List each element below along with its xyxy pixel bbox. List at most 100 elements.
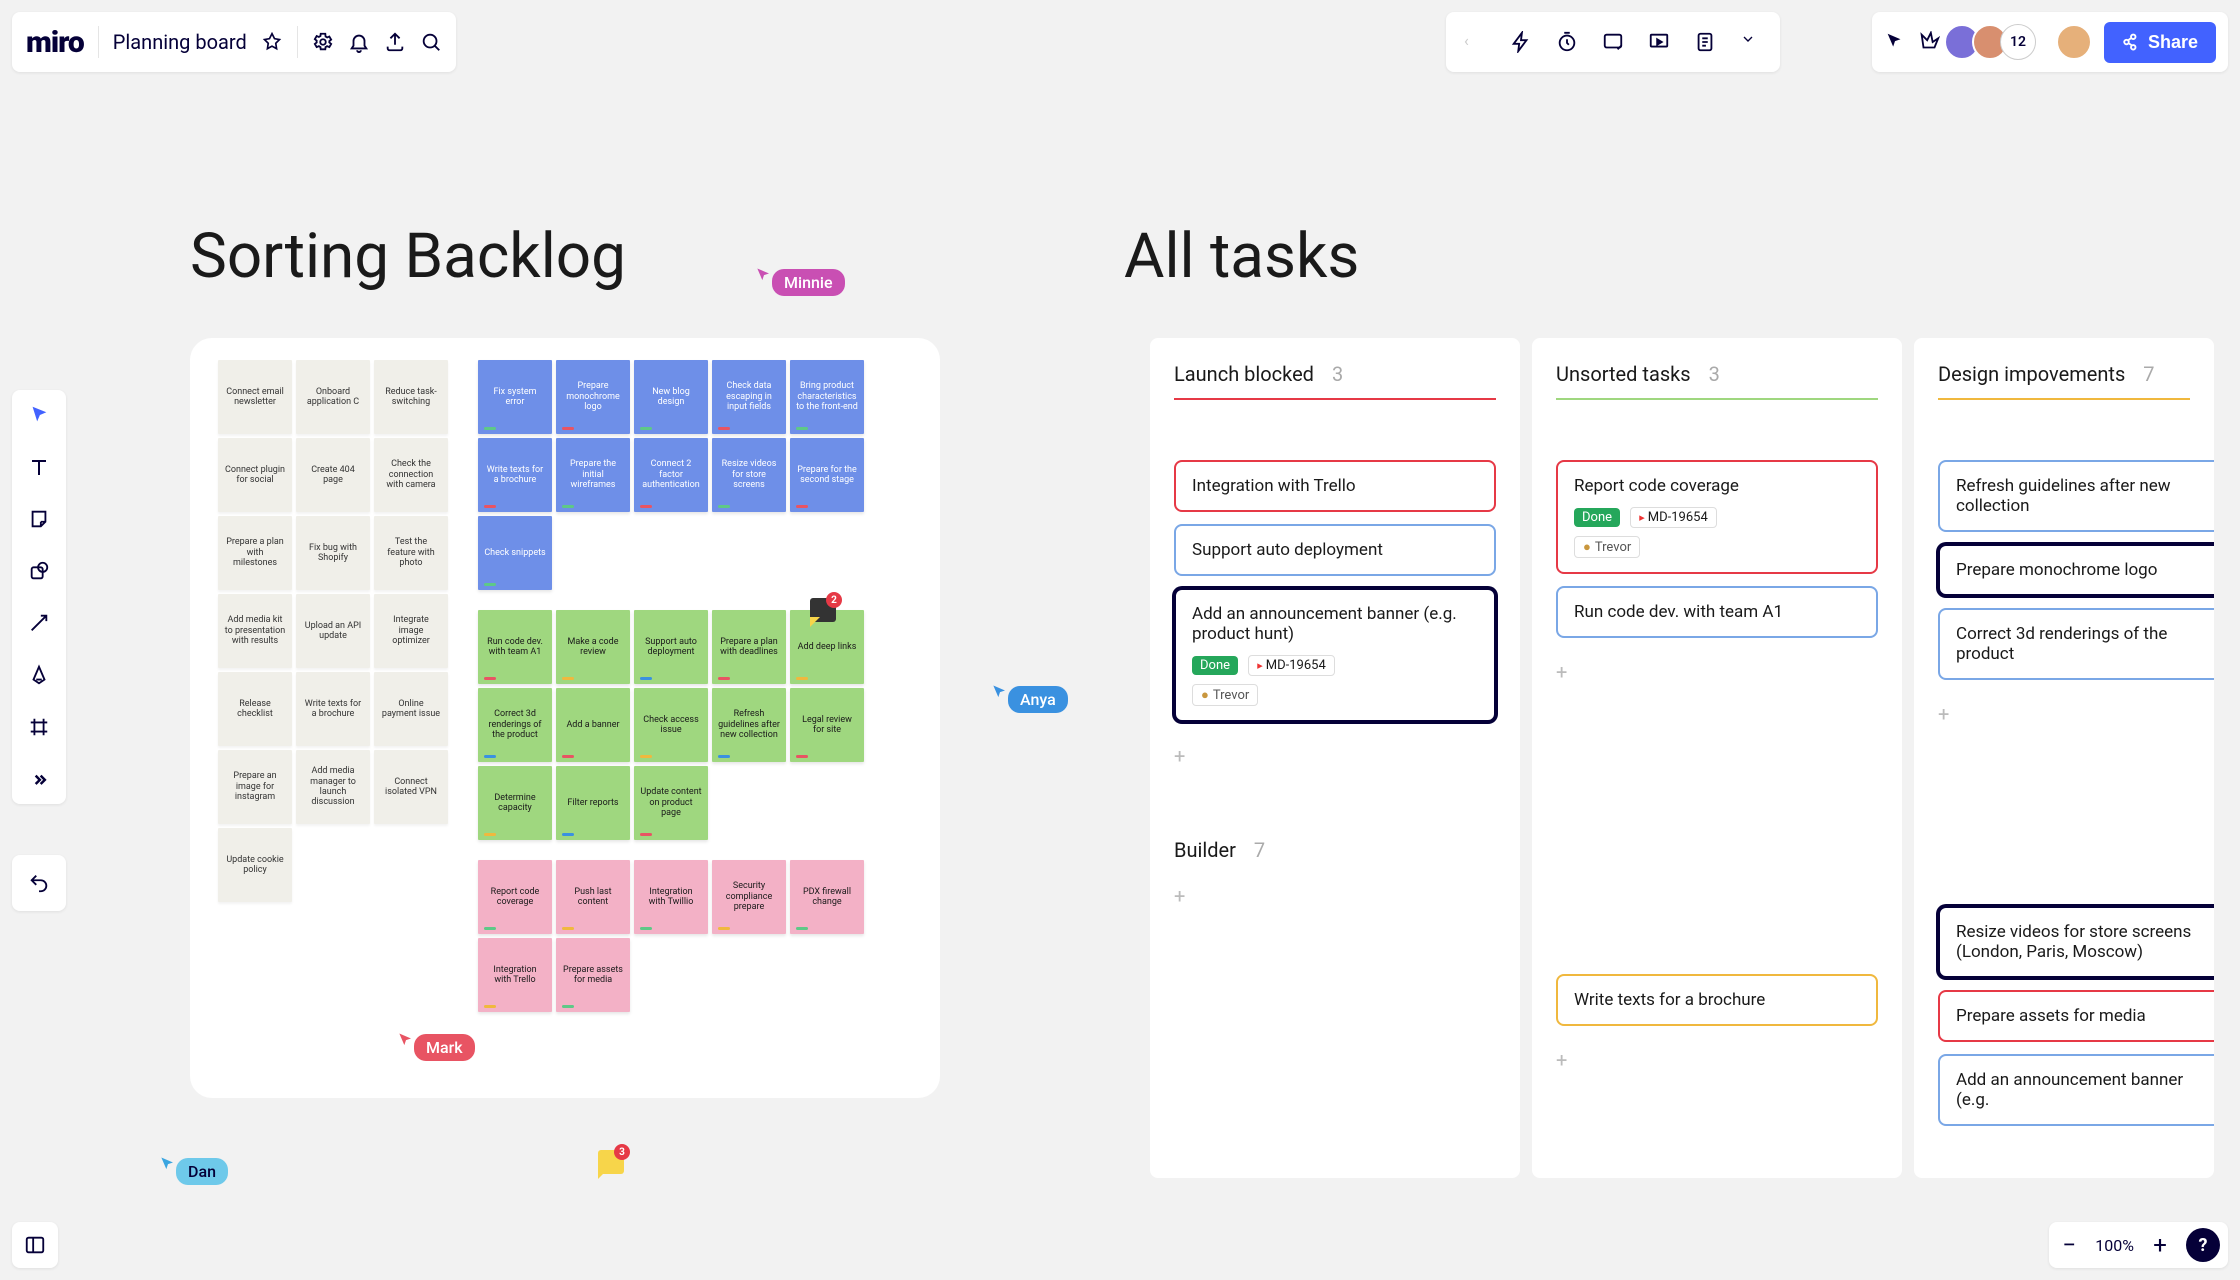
sticky-note[interactable]: Update content on product page <box>634 766 708 840</box>
backlog-panel[interactable]: Connect email newsletterOnboard applicat… <box>190 338 940 1098</box>
sticky-note[interactable]: Report code coverage <box>478 860 552 934</box>
sticky-note[interactable]: Push last content <box>556 860 630 934</box>
add-card-button[interactable]: + <box>1174 874 1496 918</box>
task-card[interactable]: Add an announcement banner (e.g. <box>1938 1054 2214 1126</box>
text-tool-icon[interactable] <box>26 454 52 480</box>
column-launch-blocked[interactable]: Launch blocked3 Integration with Trello … <box>1150 338 1520 1178</box>
sticky-note[interactable]: Online payment issue <box>374 672 448 746</box>
sticky-note[interactable]: Support auto deployment <box>634 610 708 684</box>
sticky-note[interactable]: Fix bug with Shopify <box>296 516 370 590</box>
task-card-selected[interactable]: Add an announcement banner (e.g. product… <box>1174 588 1496 722</box>
pen-tool-icon[interactable] <box>26 662 52 688</box>
star-icon[interactable] <box>261 31 283 53</box>
more-tools-icon[interactable] <box>26 766 52 792</box>
sticky-note[interactable]: Prepare assets for media <box>556 938 630 1012</box>
settings-gear-icon[interactable] <box>312 31 334 53</box>
sticky-tool-icon[interactable] <box>26 506 52 532</box>
sticky-note[interactable]: Update cookie policy <box>218 828 292 902</box>
sticky-note[interactable]: Prepare the initial wireframes <box>556 438 630 512</box>
sticky-note[interactable]: Check the connection with camera <box>374 438 448 512</box>
sticky-note[interactable]: Prepare monochrome logo <box>556 360 630 434</box>
comment-badge[interactable]: 2 <box>810 598 836 626</box>
sticky-note[interactable]: Connect 2 factor authentication <box>634 438 708 512</box>
sticky-note[interactable]: Add media kit to presentation with resul… <box>218 594 292 668</box>
embed-icon[interactable] <box>1602 31 1624 53</box>
chevron-left-icon[interactable]: ‹ <box>1464 31 1486 53</box>
sticky-note[interactable]: Security compliance prepare <box>712 860 786 934</box>
task-card[interactable]: Refresh guidelines after new collection <box>1938 460 2214 532</box>
sticky-note[interactable]: Make a code review <box>556 610 630 684</box>
task-card[interactable]: Correct 3d renderings of the product <box>1938 608 2214 680</box>
sticky-note[interactable]: New blog design <box>634 360 708 434</box>
share-button[interactable]: Share <box>2104 22 2216 63</box>
panel-toggle-icon[interactable] <box>12 1222 58 1268</box>
task-card[interactable]: Integration with Trello <box>1174 460 1496 512</box>
avatar-stack[interactable]: 12 <box>1952 24 2036 60</box>
sticky-note[interactable]: Connect email newsletter <box>218 360 292 434</box>
sticky-note[interactable]: Check access issue <box>634 688 708 762</box>
board-name[interactable]: Planning board <box>113 30 247 54</box>
sticky-note[interactable]: PDX firewall change <box>790 860 864 934</box>
timer-icon[interactable] <box>1556 31 1578 53</box>
sticky-note[interactable]: Connect isolated VPN <box>374 750 448 824</box>
task-card[interactable]: Prepare monochrome logo <box>1938 544 2214 596</box>
sticky-note[interactable]: Integration with Trello <box>478 938 552 1012</box>
my-avatar[interactable] <box>2056 24 2092 60</box>
frame-tool-icon[interactable] <box>26 714 52 740</box>
add-card-button[interactable]: + <box>1556 650 1878 694</box>
sticky-note[interactable]: Refresh guidelines after new collection <box>712 688 786 762</box>
task-card[interactable]: Support auto deployment <box>1174 524 1496 576</box>
sticky-note[interactable]: Write texts for a brochure <box>478 438 552 512</box>
logo[interactable]: miro <box>26 25 84 60</box>
sticky-note[interactable]: Resize videos for store screens <box>712 438 786 512</box>
sticky-note[interactable]: Integration with Twillio <box>634 860 708 934</box>
export-icon[interactable] <box>384 31 406 53</box>
notes-icon[interactable] <box>1694 31 1716 53</box>
sticky-note[interactable]: Correct 3d renderings of the product <box>478 688 552 762</box>
select-tool-icon[interactable] <box>26 402 52 428</box>
sticky-note[interactable]: Write texts for a brochure <box>296 672 370 746</box>
zoom-out-button[interactable]: − <box>2057 1231 2081 1259</box>
cursor-follow-icon[interactable] <box>1884 31 1906 53</box>
add-card-button[interactable]: + <box>1556 1038 1878 1082</box>
sticky-note[interactable]: Reduce task-switching <box>374 360 448 434</box>
arrow-tool-icon[interactable] <box>26 610 52 636</box>
sticky-note[interactable]: Add media manager to launch discussion <box>296 750 370 824</box>
sticky-note[interactable]: Upload an API update <box>296 594 370 668</box>
reactions-icon[interactable] <box>1918 31 1940 53</box>
sticky-note[interactable]: Integrate image optimizer <box>374 594 448 668</box>
task-card[interactable]: Run code dev. with team A1 <box>1556 586 1878 638</box>
sticky-note[interactable]: Prepare a plan with milestones <box>218 516 292 590</box>
column-unsorted[interactable]: Unsorted tasks3 Report code coverage Don… <box>1532 338 1902 1178</box>
bolt-icon[interactable] <box>1510 31 1532 53</box>
sticky-note[interactable]: Add a banner <box>556 688 630 762</box>
column-design[interactable]: Design impovements7 Refresh guidelines a… <box>1914 338 2214 1178</box>
sticky-note[interactable]: Determine capacity <box>478 766 552 840</box>
task-card[interactable]: Report code coverage Done MD-19654 Trevo… <box>1556 460 1878 574</box>
task-card[interactable]: Resize videos for store screens (London,… <box>1938 906 2214 978</box>
sticky-note[interactable]: Check data escaping in input fields <box>712 360 786 434</box>
sticky-note[interactable]: Run code dev. with team A1 <box>478 610 552 684</box>
sticky-note[interactable]: Connect plugin for social <box>218 438 292 512</box>
present-icon[interactable] <box>1648 31 1670 53</box>
sticky-note[interactable]: Check snippets <box>478 516 552 590</box>
search-icon[interactable] <box>420 31 442 53</box>
sticky-note[interactable]: Test the feature with photo <box>374 516 448 590</box>
zoom-in-button[interactable]: + <box>2148 1231 2172 1259</box>
bell-icon[interactable] <box>348 31 370 53</box>
add-card-button[interactable]: + <box>1174 734 1496 778</box>
sticky-note[interactable]: Release checklist <box>218 672 292 746</box>
sticky-note[interactable]: Create 404 page <box>296 438 370 512</box>
sticky-note[interactable]: Prepare for the second stage <box>790 438 864 512</box>
shape-tool-icon[interactable] <box>26 558 52 584</box>
sticky-note[interactable]: Filter reports <box>556 766 630 840</box>
comment-badge[interactable]: 3 <box>598 1150 624 1178</box>
sticky-note[interactable]: Prepare a plan with deadlines <box>712 610 786 684</box>
task-card[interactable]: Prepare assets for media <box>1938 990 2214 1042</box>
sticky-note[interactable]: Onboard application C <box>296 360 370 434</box>
sticky-note[interactable]: Legal review for site <box>790 688 864 762</box>
sticky-note[interactable]: Fix system error <box>478 360 552 434</box>
task-card[interactable]: Write texts for a brochure <box>1556 974 1878 1026</box>
add-card-button[interactable]: + <box>1938 692 2190 736</box>
help-button[interactable]: ? <box>2186 1228 2220 1262</box>
